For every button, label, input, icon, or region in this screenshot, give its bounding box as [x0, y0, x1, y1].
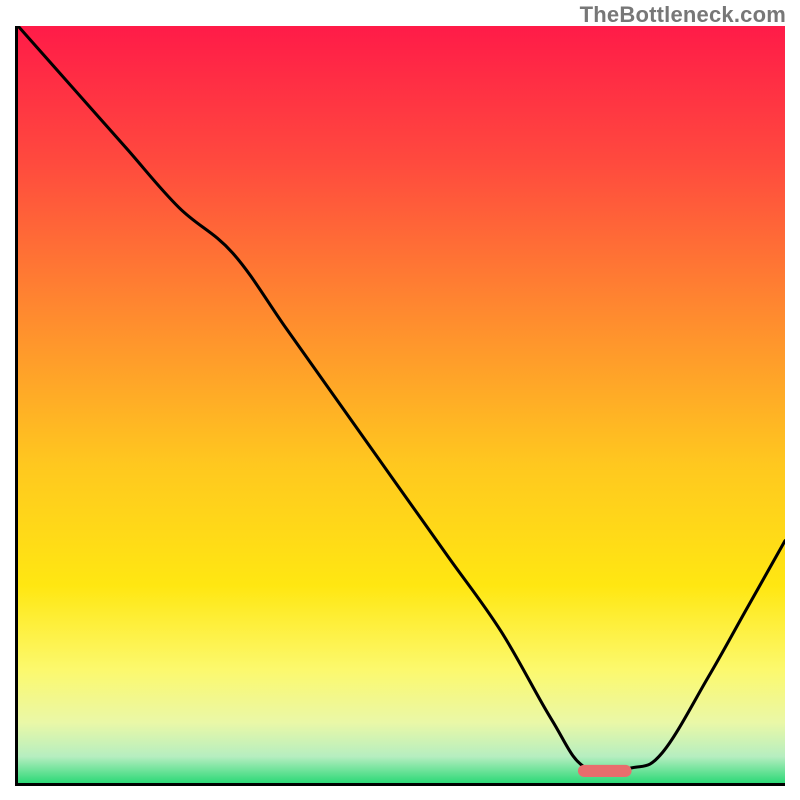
optimal-marker [578, 765, 632, 777]
chart-frame: TheBottleneck.com [0, 0, 800, 800]
curve-layer [18, 26, 785, 783]
watermark-text: TheBottleneck.com [580, 2, 786, 28]
bottleneck-curve [18, 26, 785, 772]
plot-area [15, 26, 785, 786]
